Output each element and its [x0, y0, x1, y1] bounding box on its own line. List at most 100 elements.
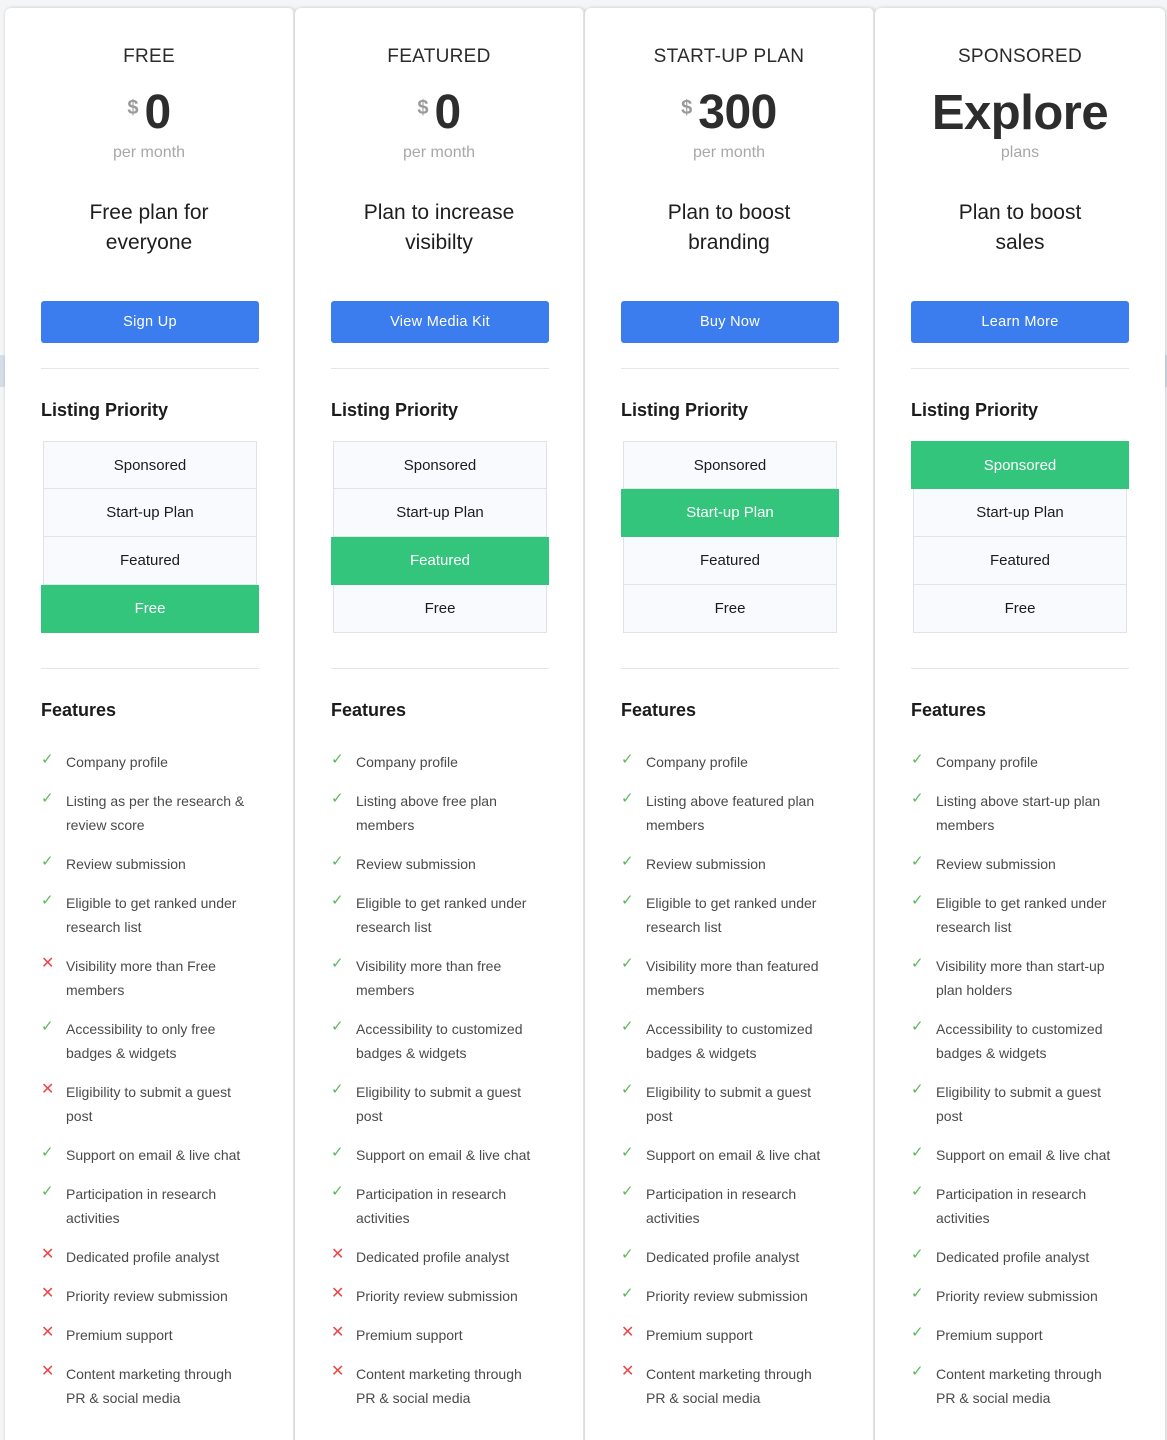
- price-period: plans: [1000, 144, 1040, 161]
- price-period: per month: [692, 144, 766, 161]
- feature-item: ✕ Eligibility to submit a guest post: [41, 1080, 257, 1128]
- feature-text: Eligibility to submit a guest post: [66, 1084, 231, 1124]
- check-icon: ✓: [331, 853, 344, 870]
- check-icon: ✓: [911, 1363, 924, 1380]
- feature-text: Company profile: [66, 754, 168, 770]
- priority-row-current: Free: [41, 585, 259, 633]
- listing-priority-table: Sponsored Start-up Plan Featured Free: [621, 441, 839, 633]
- feature-item: ✕ Visibility more than Free members: [41, 954, 257, 1002]
- cross-icon: ✕: [41, 1285, 55, 1302]
- plan-price: $ 0: [331, 84, 547, 142]
- check-icon: ✓: [41, 1018, 54, 1035]
- cross-icon: ✕: [41, 1324, 55, 1341]
- listing-priority-title: Listing Priority: [331, 400, 459, 420]
- feature-item: ✓ Support on email & live chat: [911, 1143, 1129, 1167]
- plan-tagline: Plan to boost sales: [958, 201, 1082, 254]
- check-icon: ✓: [621, 1018, 634, 1035]
- check-icon: ✓: [331, 751, 344, 768]
- check-icon: ✓: [331, 892, 344, 909]
- currency-symbol: $: [127, 97, 139, 119]
- feature-text: Support on email & live chat: [66, 1147, 241, 1163]
- listing-priority-title: Listing Priority: [41, 400, 169, 420]
- price-period: per month: [112, 144, 186, 161]
- feature-item: ✓ Priority review submission: [621, 1284, 837, 1308]
- plan-cta-button[interactable]: Learn More: [911, 301, 1129, 343]
- feature-item: ✓ Content marketing through PR & social m…: [911, 1362, 1129, 1410]
- feature-text: Eligible to get ranked under research li…: [66, 895, 237, 935]
- cross-icon: ✕: [331, 1363, 345, 1380]
- feature-text: Accessibility to customized badges & wid…: [936, 1021, 1103, 1061]
- priority-row: Free: [623, 585, 837, 633]
- feature-item: ✓ Participation in research activities: [621, 1182, 837, 1230]
- listing-priority-title: Listing Priority: [911, 400, 1039, 420]
- feature-text: Accessibility to only free badges & widg…: [66, 1021, 216, 1061]
- plan-name: FEATURED: [387, 46, 491, 67]
- plan-cta-button[interactable]: Sign Up: [41, 301, 259, 343]
- check-icon: ✓: [911, 1285, 924, 1302]
- feature-text: Priority review submission: [646, 1288, 808, 1304]
- check-icon: ✓: [911, 1324, 924, 1341]
- priority-row: Featured: [913, 537, 1127, 585]
- check-icon: ✓: [621, 1246, 634, 1263]
- feature-text: Listing above start-up plan members: [936, 793, 1101, 833]
- features-title: Features: [41, 700, 117, 720]
- feature-text: Participation in research activities: [66, 1186, 217, 1226]
- plan-name: START-UP PLAN: [653, 46, 805, 67]
- plan-tagline: Plan to increase visibilty: [363, 201, 515, 254]
- feature-item: ✓ Eligibility to submit a guest post: [911, 1080, 1129, 1128]
- feature-text: Participation in research activities: [936, 1186, 1087, 1226]
- check-icon: ✓: [911, 1246, 924, 1263]
- feature-item: ✓ Listing as per the research & review sc…: [41, 789, 257, 837]
- feature-text: Priority review submission: [66, 1288, 228, 1304]
- divider: [911, 668, 1129, 669]
- priority-row: Featured: [43, 537, 257, 585]
- cross-icon: ✕: [41, 1246, 55, 1263]
- feature-item: ✓ Visibility more than start-up plan hold…: [911, 954, 1129, 1002]
- check-icon: ✓: [621, 1285, 634, 1302]
- price-amount: 0: [434, 86, 461, 139]
- divider: [621, 668, 839, 669]
- check-icon: ✓: [331, 1144, 344, 1161]
- feature-item: ✓ Eligibility to submit a guest post: [621, 1080, 837, 1128]
- cross-icon: ✕: [331, 1285, 345, 1302]
- feature-item: ✓ Support on email & live chat: [331, 1143, 547, 1167]
- check-icon: ✓: [911, 1183, 924, 1200]
- feature-text: Eligibility to submit a guest post: [646, 1084, 811, 1124]
- check-icon: ✓: [41, 751, 54, 768]
- cross-icon: ✕: [41, 1363, 55, 1380]
- check-icon: ✓: [911, 790, 924, 807]
- divider: [911, 368, 1129, 369]
- feature-text: Accessibility to customized badges & wid…: [356, 1021, 523, 1061]
- check-icon: ✓: [911, 955, 924, 972]
- cross-icon: ✕: [41, 1081, 55, 1098]
- feature-text: Review submission: [646, 856, 766, 872]
- priority-row: Free: [333, 585, 547, 633]
- feature-text: Company profile: [356, 754, 458, 770]
- feature-text: Visibility more than free members: [356, 958, 502, 998]
- feature-item: ✓ Review submission: [911, 852, 1129, 876]
- feature-text: Company profile: [936, 754, 1038, 770]
- feature-text: Participation in research activities: [356, 1186, 507, 1226]
- feature-text: Listing as per the research & review sco…: [66, 793, 245, 833]
- feature-item: ✓ Listing above start-up plan members: [911, 789, 1129, 837]
- priority-row: Start-up Plan: [43, 489, 257, 537]
- feature-text: Dedicated profile analyst: [936, 1249, 1090, 1265]
- feature-text: Accessibility to customized badges & wid…: [646, 1021, 813, 1061]
- listing-priority-table: Sponsored Start-up Plan Featured Free: [41, 441, 259, 633]
- check-icon: ✓: [41, 892, 54, 909]
- check-icon: ✓: [621, 1144, 634, 1161]
- feature-item: ✓ Support on email & live chat: [621, 1143, 837, 1167]
- feature-item: ✕ Dedicated profile analyst: [41, 1245, 257, 1269]
- feature-item: ✓ Premium support: [911, 1323, 1129, 1347]
- check-icon: ✓: [621, 1183, 634, 1200]
- check-icon: ✓: [911, 1081, 924, 1098]
- plan-name: FREE: [123, 46, 175, 67]
- plan-card-sponsored: SPONSORED Explore plans Plan to boost sa…: [875, 8, 1165, 1440]
- plan-cta-button[interactable]: View Media Kit: [331, 301, 549, 343]
- plan-cta-button[interactable]: Buy Now: [621, 301, 839, 343]
- feature-text: Premium support: [936, 1327, 1043, 1343]
- check-icon: ✓: [331, 955, 344, 972]
- feature-text: Eligible to get ranked under research li…: [936, 895, 1107, 935]
- check-icon: ✓: [911, 853, 924, 870]
- check-icon: ✓: [41, 1144, 54, 1161]
